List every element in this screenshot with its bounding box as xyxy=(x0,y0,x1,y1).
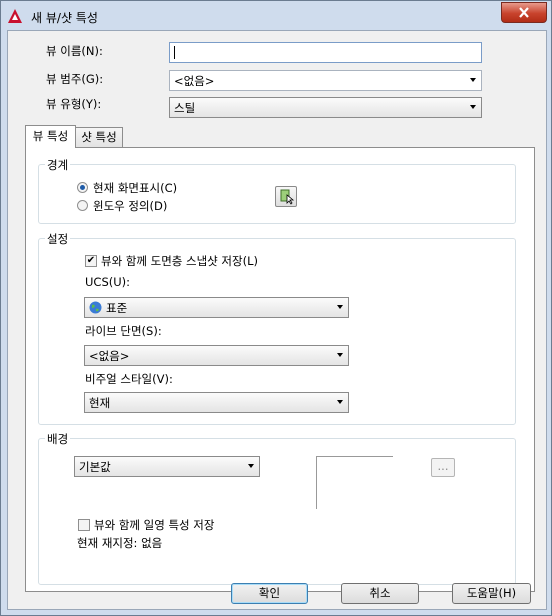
visual-style-label: 비주얼 스타일(V): xyxy=(85,372,173,386)
radio-define-window[interactable] xyxy=(77,200,88,211)
chevron-down-icon xyxy=(470,105,476,109)
save-layer-snapshot-label: 뷰와 함께 도면층 스냅샷 저장(L) xyxy=(101,254,258,268)
close-icon xyxy=(519,7,529,18)
tab-view-properties[interactable]: 뷰 특성 xyxy=(25,125,76,148)
radio-current-label: 현재 화면표시(C) xyxy=(93,181,178,195)
cancel-button[interactable]: 취소 xyxy=(341,583,419,604)
tab-shot-properties[interactable]: 샷 특성 xyxy=(75,127,123,147)
tab-label: 뷰 특성 xyxy=(32,129,69,143)
ellipsis-label: ... xyxy=(437,459,449,473)
tab-label: 샷 특성 xyxy=(81,130,117,144)
view-category-combo[interactable]: <없음> xyxy=(169,70,482,91)
help-label: 도움말(H) xyxy=(466,586,517,600)
define-window-button[interactable] xyxy=(275,186,297,207)
ok-label: 확인 xyxy=(258,586,281,600)
chevron-down-icon xyxy=(337,353,343,357)
chevron-down-icon xyxy=(470,78,476,82)
tab-panel: 경계 현재 화면표시(C) 윈도우 정의(D) 설정 ✔ 뷰와 함께 도면층 스… xyxy=(25,147,535,592)
cancel-label: 취소 xyxy=(369,586,391,600)
view-type-label: 뷰 유형(Y): xyxy=(46,97,102,111)
live-section-label: 라이브 단면(S): xyxy=(85,324,162,338)
background-preview xyxy=(316,456,393,509)
live-section-value: <없음> xyxy=(89,349,130,363)
live-section-select[interactable]: <없음> xyxy=(84,345,349,366)
radio-current-display[interactable] xyxy=(77,182,88,193)
help-button[interactable]: 도움말(H) xyxy=(452,583,531,604)
view-category-value: <없음> xyxy=(174,74,215,88)
background-value: 기본값 xyxy=(79,460,111,474)
chevron-down-icon xyxy=(337,305,343,309)
radio-window-label: 윈도우 정의(D) xyxy=(93,199,168,213)
settings-title: 설정 xyxy=(45,231,71,247)
view-name-label: 뷰 이름(N): xyxy=(46,44,103,58)
view-type-select[interactable]: 스틸 xyxy=(169,97,482,118)
visual-style-value: 현재 xyxy=(89,396,111,410)
dialog-title: 새 뷰/샷 특성 xyxy=(31,11,98,25)
settings-group: 설정 ✔ 뷰와 함께 도면층 스냅샷 저장(L) UCS(U): 표준 라이브 … xyxy=(38,231,516,425)
autocad-logo-icon xyxy=(8,9,22,23)
view-type-value: 스틸 xyxy=(174,101,196,115)
globe-icon xyxy=(89,301,102,314)
current-override-text: 현재 재지정: 없음 xyxy=(77,536,163,550)
ucs-label: UCS(U): xyxy=(85,275,131,289)
view-name-input[interactable] xyxy=(169,42,482,63)
close-button[interactable] xyxy=(501,2,547,23)
background-title: 배경 xyxy=(45,431,71,447)
chevron-down-icon xyxy=(337,400,343,404)
background-browse-button[interactable]: ... xyxy=(431,458,455,477)
boundary-group: 경계 현재 화면표시(C) 윈도우 정의(D) xyxy=(38,157,516,224)
boundary-title: 경계 xyxy=(45,157,71,173)
dialog-window: 새 뷰/샷 특성 뷰 이름(N): 뷰 범주(G): <없음> 뷰 유형(Y):… xyxy=(0,0,552,616)
chevron-down-icon xyxy=(248,464,254,468)
view-category-label: 뷰 범주(G): xyxy=(46,72,104,86)
save-sun-properties-checkbox[interactable] xyxy=(78,519,90,531)
ucs-value: 표준 xyxy=(106,301,128,315)
visual-style-select[interactable]: 현재 xyxy=(84,392,349,413)
background-group: 배경 기본값 ... 뷰와 함께 일영 특성 저장 현재 재지정: 없음 xyxy=(38,431,516,585)
text-caret xyxy=(174,46,175,59)
background-select[interactable]: 기본값 xyxy=(74,456,260,477)
dialog-body: 뷰 이름(N): 뷰 범주(G): <없음> 뷰 유형(Y): 스틸 뷰 특성 … xyxy=(7,30,547,610)
pick-window-icon xyxy=(280,189,295,205)
title-bar[interactable]: 새 뷰/샷 특성 xyxy=(1,1,551,31)
save-sun-properties-label: 뷰와 함께 일영 특성 저장 xyxy=(94,518,215,532)
ok-button[interactable]: 확인 xyxy=(231,583,308,604)
ucs-select[interactable]: 표준 xyxy=(84,297,349,318)
save-layer-snapshot-checkbox[interactable]: ✔ xyxy=(85,255,97,267)
